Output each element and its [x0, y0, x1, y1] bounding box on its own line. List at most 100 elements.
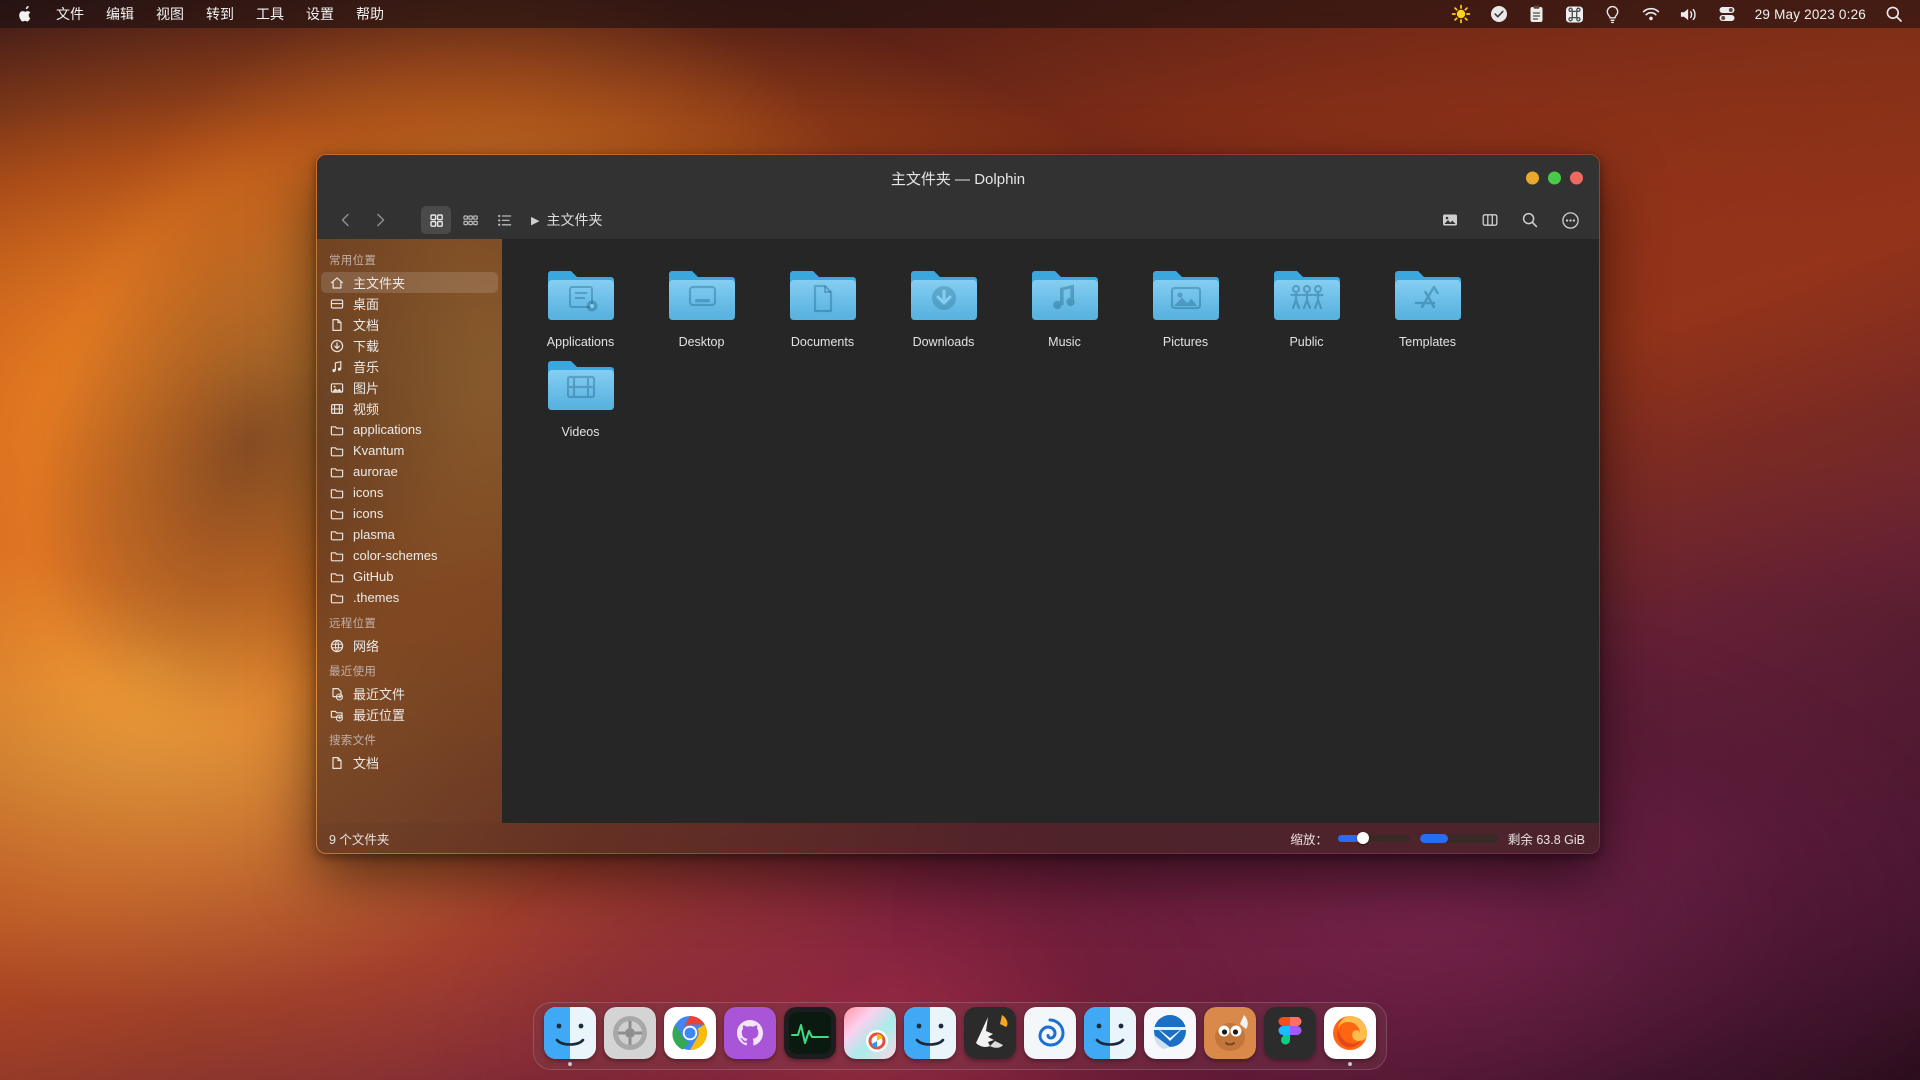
dock-item-finder-2[interactable] [904, 1007, 956, 1066]
dock-item-chrome[interactable] [664, 1007, 716, 1066]
sidebar-item-search-documents[interactable]: 文档 [321, 752, 498, 773]
brightness-sun-icon[interactable] [1451, 4, 1471, 24]
inkscape-icon[interactable] [964, 1007, 1016, 1059]
download-icon [329, 338, 344, 353]
dock-item-github[interactable] [724, 1007, 776, 1066]
sidebar-item-network[interactable]: 网络 [321, 635, 498, 656]
menu-settings[interactable]: 设置 [295, 2, 345, 26]
sidebar-item-recent-files[interactable]: 最近文件 [321, 683, 498, 704]
file-item[interactable]: Documents [762, 261, 883, 349]
file-item[interactable]: Desktop [641, 261, 762, 349]
sidebar-item-label: 最近位置 [353, 705, 405, 724]
sidebar-item-themes[interactable]: .themes [321, 587, 498, 608]
maximize-button[interactable] [1548, 172, 1561, 185]
breadcrumb-path[interactable]: 主文件夹 [546, 210, 602, 230]
dock-item-system-settings[interactable] [604, 1007, 656, 1066]
file-item[interactable]: Applications [520, 261, 641, 349]
sidebar-item-aurorae[interactable]: aurorae [321, 461, 498, 482]
sidebar-item-applications[interactable]: applications [321, 419, 498, 440]
recent-file-icon [329, 686, 344, 701]
file-item[interactable]: Downloads [883, 261, 1004, 349]
menu-view[interactable]: 视图 [145, 2, 195, 26]
menu-tools[interactable]: 工具 [245, 2, 295, 26]
menu-file[interactable]: 文件 [45, 2, 95, 26]
sidebar-item-icons-1[interactable]: icons [321, 482, 498, 503]
toggles-icon[interactable] [1717, 4, 1737, 24]
search-icon[interactable] [1884, 4, 1904, 24]
sidebar-item-documents[interactable]: 文档 [321, 314, 498, 335]
finder-2-icon[interactable] [904, 1007, 956, 1059]
window-title-bar[interactable]: 主文件夹 — Dolphin [317, 155, 1599, 201]
finder-icon[interactable] [544, 1007, 596, 1059]
wifi-icon[interactable] [1641, 4, 1661, 24]
finder-3-icon[interactable] [1084, 1007, 1136, 1059]
breadcrumb[interactable]: ▶ 主文件夹 [531, 210, 602, 230]
view-mode-details-button[interactable] [489, 206, 519, 234]
github-icon[interactable] [724, 1007, 776, 1059]
google-chrome-icon[interactable] [664, 1007, 716, 1059]
thunderbird-icon[interactable] [1144, 1007, 1196, 1059]
gimp-icon[interactable] [1204, 1007, 1256, 1059]
file-item[interactable]: Public [1246, 261, 1367, 349]
activity-monitor-icon[interactable] [784, 1007, 836, 1059]
apple-logo-icon[interactable] [10, 5, 45, 24]
sidebar-item-desktop[interactable]: 桌面 [321, 293, 498, 314]
sidebar-item-icons-2[interactable]: icons [321, 503, 498, 524]
zoom-slider-knob[interactable] [1357, 832, 1369, 844]
back-button[interactable] [331, 206, 361, 234]
sidebar-item-kvantum[interactable]: Kvantum [321, 440, 498, 461]
menu-go[interactable]: 转到 [195, 2, 245, 26]
close-button[interactable] [1570, 172, 1583, 185]
view-mode-compact-button[interactable] [455, 206, 485, 234]
dock-item-figma[interactable] [1264, 1007, 1316, 1066]
sidebar-item-recent-places[interactable]: 最近位置 [321, 704, 498, 725]
file-grid-view[interactable]: Applications Desktop [502, 239, 1599, 823]
command-key-icon[interactable] [1565, 4, 1585, 24]
more-menu-button[interactable] [1555, 206, 1585, 234]
disk-capacity-bar[interactable] [1420, 834, 1498, 843]
dock-item-finder[interactable] [544, 1007, 596, 1066]
file-name: Public [1289, 335, 1323, 349]
sidebar-item-videos[interactable]: 视频 [321, 398, 498, 419]
photos-color-icon[interactable] [844, 1007, 896, 1059]
system-settings-icon[interactable] [604, 1007, 656, 1059]
sidebar-item-home[interactable]: 主文件夹 [321, 272, 498, 293]
sidebar-item-color-schemes[interactable]: color-schemes [321, 545, 498, 566]
menu-edit[interactable]: 编辑 [95, 2, 145, 26]
dock-item-gimp[interactable] [1204, 1007, 1256, 1066]
zoom-slider[interactable] [1338, 835, 1410, 842]
places-sidebar[interactable]: 常用位置 主文件夹 桌面 文档 下载 音乐 [317, 239, 502, 823]
split-view-button[interactable] [1475, 206, 1505, 234]
dock-item-finder-3[interactable] [1084, 1007, 1136, 1066]
sidebar-item-github[interactable]: GitHub [321, 566, 498, 587]
menu-bar-clock[interactable]: 29 May 2023 0:26 [1755, 7, 1866, 22]
checkmark-circle-icon[interactable] [1489, 4, 1509, 24]
dock-item-firefox[interactable] [1324, 1007, 1376, 1066]
dock-item-inkscape[interactable] [964, 1007, 1016, 1066]
file-item[interactable]: Videos [520, 351, 641, 439]
figma-icon[interactable] [1264, 1007, 1316, 1059]
sidebar-item-pictures[interactable]: 图片 [321, 377, 498, 398]
file-item[interactable]: Pictures [1125, 261, 1246, 349]
search-button[interactable] [1515, 206, 1545, 234]
minimize-button[interactable] [1526, 172, 1539, 185]
file-item[interactable]: Music [1004, 261, 1125, 349]
sidebar-item-plasma[interactable]: plasma [321, 524, 498, 545]
menu-help[interactable]: 帮助 [345, 2, 395, 26]
mail-spiral-icon[interactable] [1024, 1007, 1076, 1059]
clipboard-icon[interactable] [1527, 4, 1547, 24]
sidebar-item-music[interactable]: 音乐 [321, 356, 498, 377]
view-mode-icons-button[interactable] [421, 206, 451, 234]
dock-item-mail-spiral[interactable] [1024, 1007, 1076, 1066]
volume-icon[interactable] [1679, 4, 1699, 24]
forward-button[interactable] [365, 206, 395, 234]
sidebar-item-downloads[interactable]: 下载 [321, 335, 498, 356]
dock-running-indicator [568, 1062, 572, 1066]
firefox-icon[interactable] [1324, 1007, 1376, 1059]
dock-item-photos-color[interactable] [844, 1007, 896, 1066]
lightbulb-icon[interactable] [1603, 4, 1623, 24]
preview-button[interactable] [1435, 206, 1465, 234]
file-item[interactable]: Templates [1367, 261, 1488, 349]
dock-item-activity-monitor[interactable] [784, 1007, 836, 1066]
dock-item-thunderbird[interactable] [1144, 1007, 1196, 1066]
